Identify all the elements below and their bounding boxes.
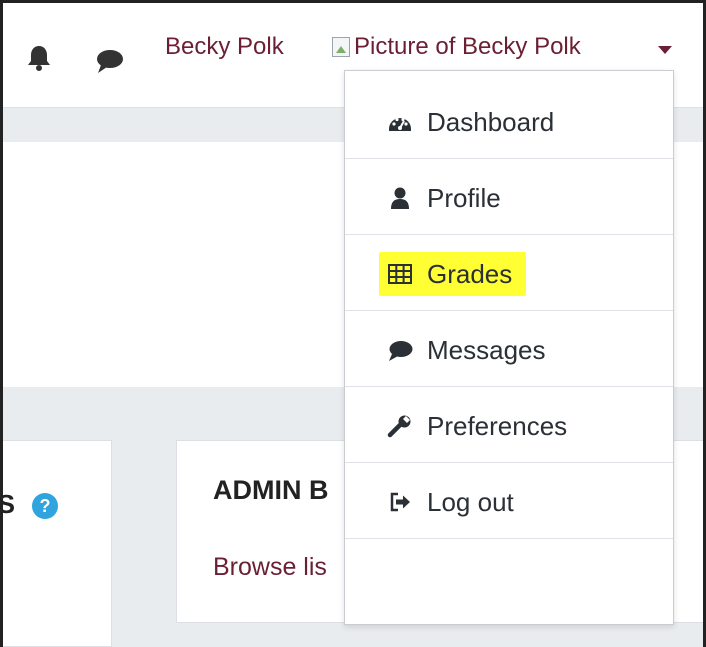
menu-item-label: Messages: [427, 334, 546, 365]
chat-icon[interactable]: [94, 46, 124, 76]
user-icon: [391, 187, 409, 209]
menu-item-label: Dashboard: [427, 106, 555, 137]
table-icon: [388, 264, 412, 284]
avatar-alt-text: Picture of Becky Polk: [354, 33, 581, 60]
menu-item-label: Preferences: [427, 410, 568, 441]
bell-icon[interactable]: [24, 42, 54, 72]
menu-item-label: Profile: [427, 182, 501, 213]
menu-item-messages[interactable]: Messages: [345, 311, 673, 387]
menu-item-preferences[interactable]: Preferences: [345, 387, 673, 463]
admin-block-title: ADMIN B: [213, 475, 329, 505]
help-icon[interactable]: ?: [30, 491, 60, 521]
menu-item-grades[interactable]: Grades: [345, 235, 673, 311]
wrench-icon: [387, 415, 411, 438]
browse-list-link[interactable]: Browse lis: [213, 553, 327, 582]
menu-item-label: Log out: [427, 486, 514, 517]
user-avatar[interactable]: Picture of Becky Polk: [332, 33, 581, 61]
caret-down-icon[interactable]: [658, 46, 672, 54]
dashboard-icon: [389, 117, 411, 131]
left-block-title: S: [0, 489, 15, 520]
menu-item-dashboard[interactable]: Dashboard: [345, 83, 673, 159]
menu-item-label: Grades: [427, 258, 513, 289]
sign-out-icon: [390, 492, 410, 512]
user-name[interactable]: Becky Polk: [165, 33, 284, 61]
menu-item-profile[interactable]: Profile: [345, 159, 673, 235]
user-menu-dropdown: Dashboard Profile Grades Messages Prefer…: [344, 70, 674, 625]
left-block: S ?: [0, 440, 112, 647]
svg-text:?: ?: [40, 496, 51, 516]
chat-icon: [389, 341, 413, 361]
broken-image-icon: [332, 37, 350, 57]
menu-item-logout[interactable]: Log out: [345, 463, 673, 539]
